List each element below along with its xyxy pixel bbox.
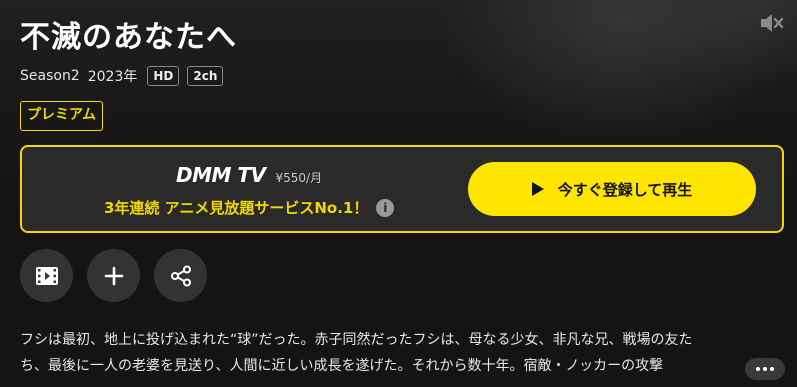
register-play-button[interactable]: 今すぐ登録して再生: [468, 162, 756, 216]
audio-badge: 2ch: [187, 66, 224, 86]
synopsis-line-2: ち、最後に一人の老婆を見送り、人間に近しい成長を遂げた。それから数十年。宿敵・ノ…: [20, 358, 664, 374]
promo-box: DMM TV ¥550/月 3年連続 アニメ見放題サービスNo.1！ i 今すぐ…: [20, 145, 784, 233]
action-row: [20, 249, 207, 302]
season-label: Season2: [20, 68, 80, 84]
meta-row: Season2 2023年 HD 2ch: [20, 64, 224, 88]
add-to-list-button[interactable]: [87, 249, 140, 302]
more-button[interactable]: [745, 358, 785, 380]
synopsis: フシは最初、地上に投げ込まれた“球”だった。赤子同然だったフシは、母なる少女、非…: [20, 327, 780, 379]
trailer-button[interactable]: [20, 249, 73, 302]
video-icon: [35, 266, 58, 285]
share-button[interactable]: [154, 249, 207, 302]
synopsis-line-1: フシは最初、地上に投げ込まれた“球”だった。赤子同然だったフシは、母なる少女、非…: [20, 332, 693, 348]
volume-mute-icon: [761, 14, 784, 32]
price-label: ¥550/月: [275, 171, 323, 185]
mute-button[interactable]: [756, 8, 786, 38]
more-dot: [770, 367, 774, 371]
share-icon: [170, 265, 191, 286]
register-play-label: 今すぐ登録して再生: [557, 181, 693, 199]
premium-badge: プレミアム: [20, 101, 104, 131]
year-label: 2023年: [87, 69, 138, 85]
more-dot: [763, 367, 767, 371]
info-icon[interactable]: i: [376, 198, 395, 217]
promo-tagline-row: 3年連続 アニメ見放題サービスNo.1！ i: [104, 197, 395, 218]
promo-tagline: 3年連続 アニメ見放題サービスNo.1！: [104, 199, 369, 217]
dmm-tv-logo: DMM TV: [176, 163, 266, 187]
quality-badge: HD: [147, 66, 180, 86]
play-icon: [531, 182, 544, 196]
page-title: 不滅のあなたへ: [20, 20, 237, 55]
promo-logo-row: DMM TV ¥550/月: [176, 163, 322, 187]
more-dot: [756, 367, 760, 371]
plus-icon: [104, 266, 123, 285]
